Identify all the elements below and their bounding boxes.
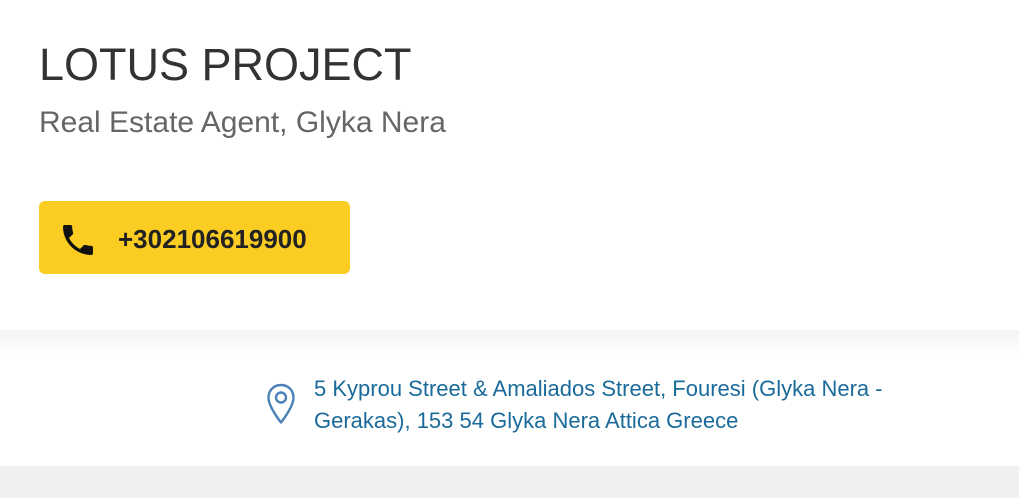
address-link[interactable]: 5 Kyprou Street & Amaliados Street, Four… [314, 373, 974, 437]
business-name: LOTUS PROJECT [39, 39, 412, 90]
business-header: LOTUS PROJECT Real Estate Agent, Glyka N… [0, 0, 1019, 330]
business-category-location: Real Estate Agent, Glyka Nera [39, 106, 446, 139]
footer-divider [0, 466, 1019, 498]
address-section: 5 Kyprou Street & Amaliados Street, Four… [0, 330, 1019, 466]
call-phone-button[interactable]: +302106619900 [39, 201, 350, 274]
phone-number: +302106619900 [118, 224, 307, 254]
phone-icon [63, 225, 93, 255]
map-pin-icon [267, 383, 295, 424]
